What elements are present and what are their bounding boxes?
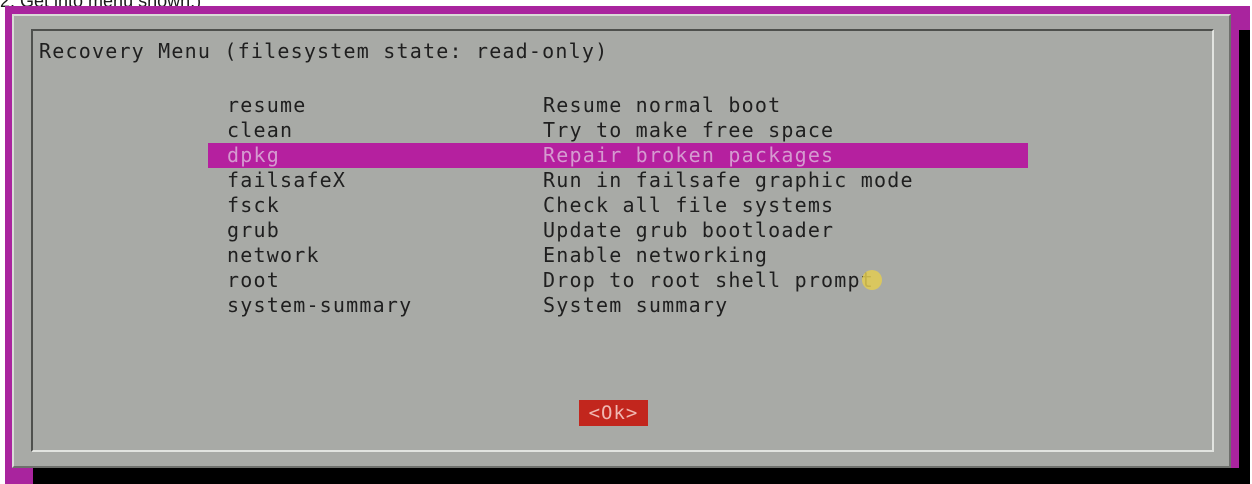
menu-item-key: resume [227,93,307,117]
menu-item-key: fsck [227,193,280,217]
cursor-dot-icon [862,270,882,290]
menu-item-key: network [227,243,320,267]
menu-item-failsafex[interactable]: failsafeX Run in failsafe graphic mode [208,168,1028,193]
dialog-title: Recovery Menu (filesystem state: read-on… [39,39,609,63]
menu-item-resume[interactable]: resume Resume normal boot [208,93,1028,118]
recovery-dialog: Recovery Menu (filesystem state: read-on… [12,14,1231,468]
menu-item-clean[interactable]: clean Try to make free space [208,118,1028,143]
dialog-shadow-right [1239,30,1250,484]
menu-item-description: Enable networking [543,243,769,267]
menu-item-network[interactable]: network Enable networking [208,243,1028,268]
menu-item-description: Resume normal boot [543,93,782,117]
menu-item-dpkg[interactable]: dpkg Repair broken packages [208,143,1028,168]
recovery-screen: Recovery Menu (filesystem state: read-on… [5,6,1250,484]
recovery-menu: resume Resume normal boot clean Try to m… [208,93,1028,318]
menu-item-description: Check all file systems [543,193,835,217]
menu-item-key: grub [227,218,280,242]
menu-item-fsck[interactable]: fsck Check all file systems [208,193,1028,218]
menu-item-description: Repair broken packages [543,143,835,167]
menu-item-description: Try to make free space [543,118,835,142]
ok-button[interactable]: <Ok> [579,400,648,426]
menu-item-key: clean [227,118,294,142]
menu-item-key: dpkg [227,143,280,167]
menu-item-grub[interactable]: grub Update grub bootloader [208,218,1028,243]
menu-item-key: root [227,268,280,292]
menu-item-description: Drop to root shell prompt [543,268,875,292]
dialog-shadow-bottom [33,468,1250,484]
menu-item-root[interactable]: root Drop to root shell prompt [208,268,1028,293]
menu-item-key: system-summary [227,293,413,317]
menu-item-description: System summary [543,293,729,317]
menu-item-system-summary[interactable]: system-summary System summary [208,293,1028,318]
menu-item-description: Run in failsafe graphic mode [543,168,914,192]
menu-item-description: Update grub bootloader [543,218,835,242]
menu-item-key: failsafeX [227,168,347,192]
